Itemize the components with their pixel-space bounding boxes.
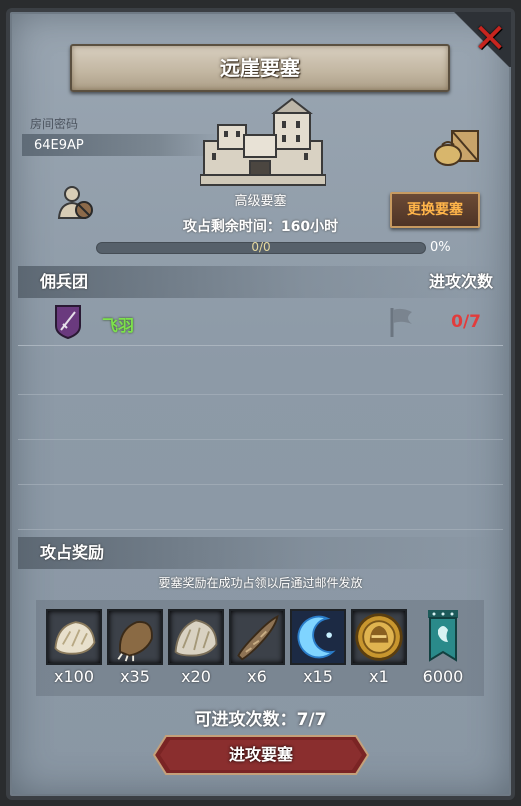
room-code-value: 64E9AP — [34, 138, 84, 153]
attack-fortress-button[interactable]: 进攻要塞 — [152, 734, 370, 776]
reward-qty-3: x20 — [181, 667, 211, 686]
time-unit: 小时 — [310, 219, 339, 235]
castle-icon — [200, 97, 326, 186]
mercenary-name: 飞羽 — [102, 316, 135, 335]
reward-item-5[interactable] — [290, 609, 346, 665]
empty-row — [18, 395, 503, 440]
reward-note: 要塞奖励在成功占领以后通过邮件发放 — [158, 576, 363, 590]
attempts-label: 可进攻次数： — [194, 710, 297, 730]
attack-button-label: 进攻要塞 — [228, 745, 293, 764]
progress-percent: 0% — [430, 240, 451, 255]
mercenary-section-header: 佣兵团 进攻次数 — [18, 266, 503, 298]
supply-crate-icon[interactable] — [432, 127, 482, 167]
room-code-label: 房间密码 — [30, 117, 79, 131]
reward-qty-7: 6000 — [422, 667, 464, 686]
capture-time-remaining: 攻占剩余时间：160小时 — [0, 216, 521, 236]
reward-item-6[interactable] — [351, 609, 407, 665]
reward-qty-6: x1 — [369, 667, 389, 686]
attempts-remaining: 可进攻次数：7/7 — [0, 705, 521, 730]
time-label: 攻占剩余时间： — [182, 219, 281, 235]
white-fur-icon — [54, 621, 96, 655]
reward-item-4[interactable] — [229, 609, 285, 665]
list-item[interactable]: 飞羽 0/7 — [18, 300, 503, 346]
title-banner: 远崖要塞 — [70, 44, 450, 92]
reward-item-3[interactable] — [168, 609, 224, 665]
reward-section-title: 攻占奖励 — [40, 543, 105, 562]
claw-paw-icon — [117, 621, 153, 662]
mercenary-section-title: 佣兵团 — [40, 272, 89, 291]
attack-count: 0/7 — [451, 312, 481, 332]
empty-row — [18, 485, 503, 530]
close-icon[interactable]: ✕ — [471, 19, 509, 59]
attempts-value: 7/7 — [296, 710, 327, 730]
reward-qty-2: x35 — [120, 667, 150, 686]
time-value: 160 — [280, 219, 311, 235]
page-title: 远崖要塞 — [220, 56, 300, 80]
flag-icon — [390, 308, 412, 337]
empty-row — [18, 440, 503, 485]
attack-count-header: 进攻次数 — [428, 272, 493, 291]
crossed-sword-shield-icon — [55, 305, 81, 340]
guild-banner-icon[interactable] — [426, 608, 460, 664]
reward-item-2[interactable] — [107, 609, 163, 665]
horn-icon — [237, 614, 279, 661]
room-code-box: 64E9AP — [22, 134, 217, 156]
golden-helmet-medal-icon — [355, 613, 403, 661]
reward-item-1[interactable] — [46, 609, 102, 665]
grey-fur-icon — [174, 619, 218, 657]
empty-row — [18, 350, 503, 395]
reward-qty-4: x6 — [247, 667, 267, 686]
reward-qty-5: x15 — [303, 667, 333, 686]
reward-qty-1: x100 — [53, 667, 94, 686]
progress-text: 0/0 — [251, 240, 271, 254]
reward-section-header: 攻占奖励 — [18, 537, 503, 569]
empty-mercenary-rows — [18, 350, 503, 530]
blue-crescent-icon — [292, 611, 344, 663]
